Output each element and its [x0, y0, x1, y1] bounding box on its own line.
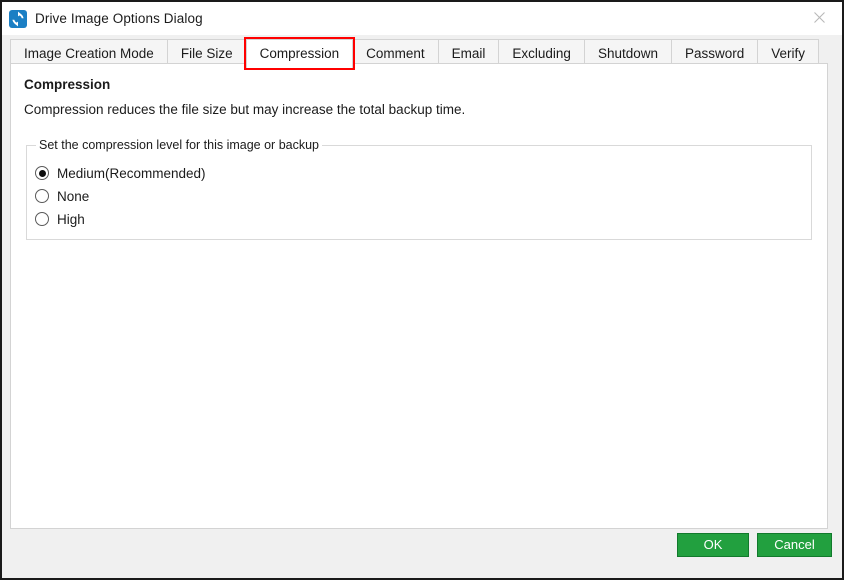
- radio-option-high[interactable]: High: [35, 208, 206, 230]
- refresh-sync-icon: [9, 9, 27, 28]
- title-bar: Drive Image Options Dialog: [2, 2, 842, 35]
- radio-option-medium-recommended[interactable]: Medium(Recommended): [35, 162, 206, 184]
- tab-label: Image Creation Mode: [24, 46, 154, 61]
- radio-button-icon[interactable]: [35, 189, 49, 203]
- tab-label: Verify: [771, 46, 806, 61]
- radio-option-none[interactable]: None: [35, 185, 206, 207]
- dialog-footer: OK Cancel: [2, 527, 842, 578]
- close-icon: [813, 12, 825, 23]
- groupbox-legend: Set the compression level for this image…: [36, 138, 322, 152]
- tab-label: Email: [451, 46, 486, 61]
- radio-option-label: High: [57, 211, 85, 227]
- compression-tab-panel: Compression Compression reduces the file…: [10, 63, 828, 529]
- close-window-button[interactable]: [796, 2, 842, 33]
- compression-level-radio-group: Medium(Recommended) None High: [35, 162, 206, 231]
- drive-image-options-dialog: Drive Image Options Dialog Image Creatio…: [0, 0, 844, 580]
- compression-level-groupbox: Set the compression level for this image…: [26, 138, 812, 240]
- tab-label: Password: [685, 46, 745, 61]
- page-title: Compression: [24, 77, 111, 92]
- tab-label: File Size: [180, 46, 233, 61]
- radio-option-label: None: [57, 188, 90, 204]
- radio-button-icon[interactable]: [35, 166, 49, 180]
- tab-label: Excluding: [512, 46, 571, 61]
- tab-label: Compression: [259, 46, 340, 61]
- tab-label: Shutdown: [597, 46, 658, 61]
- tab-label: Comment: [366, 46, 425, 61]
- ok-button[interactable]: OK: [677, 533, 749, 557]
- cancel-button[interactable]: Cancel: [757, 533, 832, 557]
- window-title: Drive Image Options Dialog: [35, 11, 203, 26]
- tab-compression[interactable]: Compression: [243, 37, 356, 70]
- radio-button-icon[interactable]: [35, 212, 49, 226]
- page-description: Compression reduces the file size but ma…: [24, 102, 466, 117]
- radio-option-label: Medium(Recommended): [57, 165, 206, 181]
